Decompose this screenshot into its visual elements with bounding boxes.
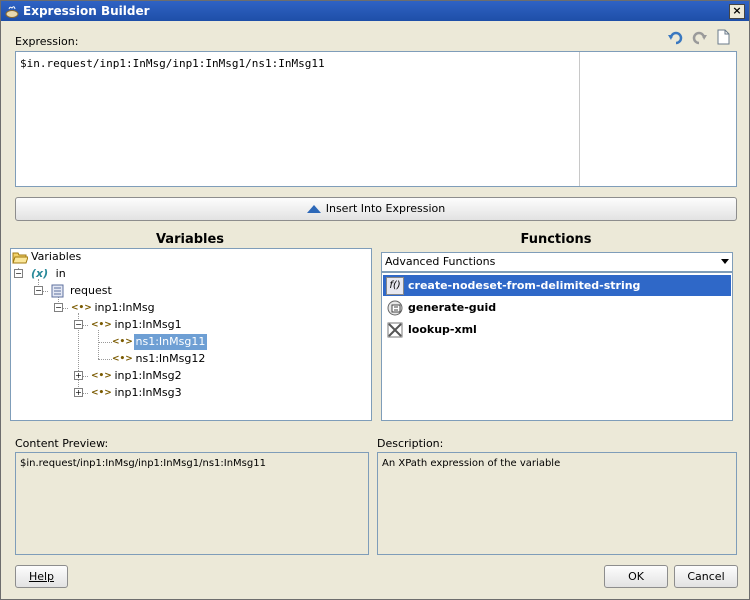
expand-toggle[interactable]: + bbox=[74, 371, 83, 380]
help-button[interactable]: Help bbox=[15, 565, 68, 588]
description-label: Description: bbox=[377, 437, 444, 450]
expression-builder-dialog: Expression Builder × Expression: $in.req… bbox=[0, 0, 750, 600]
tree-item-in[interactable]: (x) in bbox=[31, 266, 66, 282]
tree-item-label: inp1:InMsg3 bbox=[114, 386, 182, 399]
help-button-label: Help bbox=[28, 570, 55, 583]
function-item[interactable]: lookup-xml bbox=[383, 319, 731, 340]
variables-title: Variables bbox=[155, 232, 225, 247]
variable-icon: (x) bbox=[31, 267, 49, 280]
tree-item-inmsg3[interactable]: <•> inp1:InMsg3 bbox=[91, 385, 182, 401]
tree-item-label: inp1:InMsg bbox=[94, 301, 155, 314]
expression-divider bbox=[579, 52, 580, 186]
tree-item-variables[interactable]: Variables bbox=[12, 249, 81, 265]
description-box: An XPath expression of the variable bbox=[377, 452, 737, 555]
tree-item-request[interactable]: request bbox=[51, 283, 112, 299]
tree-item-inmsg2[interactable]: <•> inp1:InMsg2 bbox=[91, 368, 182, 384]
cancel-button[interactable]: Cancel bbox=[674, 565, 738, 588]
tree-item-inmsg1[interactable]: <•> inp1:InMsg1 bbox=[91, 317, 182, 333]
undo-icon[interactable] bbox=[668, 29, 684, 45]
element-icon: <•> bbox=[112, 337, 133, 347]
open-folder-icon bbox=[12, 252, 28, 264]
collapse-toggle[interactable]: − bbox=[54, 303, 63, 312]
insert-button-label: Insert Into Expression bbox=[325, 202, 446, 215]
function-item[interactable]: generate-guid bbox=[383, 297, 731, 318]
tree-line bbox=[98, 330, 99, 359]
tree-item-label: in bbox=[55, 267, 66, 280]
insert-into-expression-button[interactable]: Insert Into Expression bbox=[15, 197, 737, 221]
collapse-toggle[interactable]: − bbox=[14, 269, 23, 278]
expression-editor[interactable]: $in.request/inp1:InMsg/inp1:InMsg1/ns1:I… bbox=[15, 51, 737, 187]
tree-item-label: inp1:InMsg1 bbox=[114, 318, 182, 331]
tree-item-label: ns1:InMsg12 bbox=[135, 352, 206, 365]
chevron-down-icon bbox=[721, 259, 729, 264]
tree-item-inmsg[interactable]: <•> inp1:InMsg bbox=[71, 300, 155, 316]
function-item[interactable]: f() create-nodeset-from-delimited-string bbox=[383, 275, 731, 296]
tree-item-label: ns1:InMsg11 bbox=[133, 334, 208, 350]
collapse-toggle[interactable]: − bbox=[34, 286, 43, 295]
tree-line bbox=[98, 359, 112, 360]
expression-label: Expression: bbox=[15, 35, 79, 48]
redo-icon[interactable] bbox=[691, 29, 707, 45]
tree-item-label: request bbox=[70, 284, 112, 297]
ok-button[interactable]: OK bbox=[604, 565, 668, 588]
expression-text: $in.request/inp1:InMsg/inp1:InMsg1/ns1:I… bbox=[20, 57, 325, 70]
element-icon: <•> bbox=[71, 303, 92, 313]
close-button[interactable]: × bbox=[729, 4, 745, 19]
tree-line bbox=[98, 342, 112, 343]
tree-item-label: inp1:InMsg2 bbox=[114, 369, 182, 382]
element-icon: <•> bbox=[91, 388, 112, 398]
tree-item-inmsg12[interactable]: <•> ns1:InMsg12 bbox=[112, 351, 205, 367]
content-preview-text: $in.request/inp1:InMsg/inp1:InMsg1/ns1:I… bbox=[20, 458, 266, 469]
element-icon: <•> bbox=[91, 320, 112, 330]
xml-icon bbox=[387, 322, 403, 338]
variables-tree[interactable]: Variables − (x) in − request − <•> inp1:… bbox=[10, 248, 372, 421]
description-text: An XPath expression of the variable bbox=[382, 458, 561, 469]
functions-title: Functions bbox=[520, 232, 592, 247]
function-icon: f() bbox=[386, 277, 404, 295]
up-arrow-icon bbox=[306, 205, 321, 213]
title-bar: Expression Builder × bbox=[1, 1, 749, 21]
function-name: lookup-xml bbox=[408, 323, 477, 336]
new-document-icon[interactable] bbox=[715, 29, 731, 45]
guid-icon bbox=[387, 300, 403, 316]
tree-item-label: Variables bbox=[31, 250, 82, 263]
element-icon: <•> bbox=[91, 371, 112, 381]
element-icon: <•> bbox=[112, 354, 133, 364]
expand-toggle[interactable]: + bbox=[74, 388, 83, 397]
tree-item-inmsg11[interactable]: <•> ns1:InMsg11 bbox=[112, 334, 208, 350]
function-name: create-nodeset-from-delimited-string bbox=[408, 279, 641, 292]
function-category-value: Advanced Functions bbox=[385, 255, 496, 268]
content-preview-label: Content Preview: bbox=[15, 437, 109, 450]
function-name: generate-guid bbox=[408, 301, 497, 314]
app-cup-icon bbox=[5, 6, 19, 18]
message-icon bbox=[51, 284, 64, 298]
window-title: Expression Builder bbox=[23, 4, 150, 18]
functions-list[interactable]: f() create-nodeset-from-delimited-string… bbox=[381, 272, 733, 421]
function-category-select[interactable]: Advanced Functions bbox=[381, 252, 733, 272]
collapse-toggle[interactable]: − bbox=[74, 320, 83, 329]
content-preview-box: $in.request/inp1:InMsg/inp1:InMsg1/ns1:I… bbox=[15, 452, 369, 555]
